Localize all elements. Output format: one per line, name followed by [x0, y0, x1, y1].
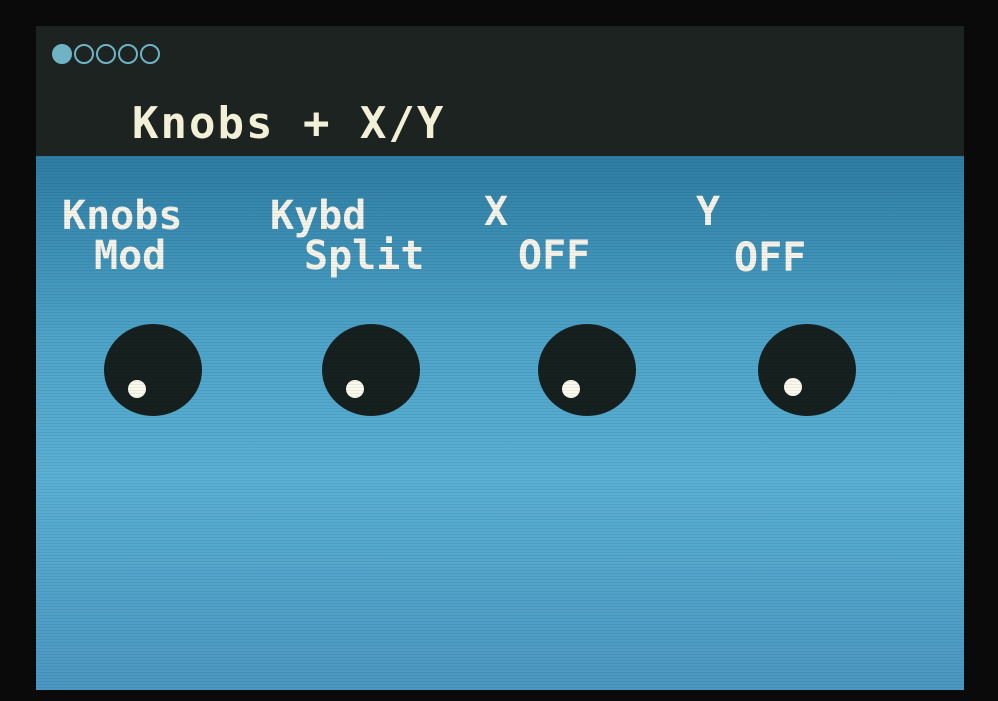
page-dot-5[interactable] — [140, 44, 160, 64]
param-1-knob[interactable] — [104, 324, 202, 416]
page-dot-2[interactable] — [74, 44, 94, 64]
param-4-knob[interactable] — [758, 324, 856, 416]
page-dot-1[interactable] — [52, 44, 72, 64]
param-1-value: Mod — [94, 233, 167, 279]
param-2-knob[interactable] — [322, 324, 420, 416]
knob-4-indicator — [784, 378, 802, 396]
param-3-name: X — [484, 189, 509, 235]
page-dot-3[interactable] — [96, 44, 116, 64]
knob-3-indicator — [562, 380, 580, 398]
parameter-panel: Knobs Mod Kybd Split X OFF Y OFF — [36, 156, 964, 690]
page-indicator — [52, 44, 160, 64]
knob-1-indicator — [128, 380, 146, 398]
param-1-name: Knobs — [62, 193, 183, 239]
page-dot-4[interactable] — [118, 44, 138, 64]
param-4-name: Y — [696, 189, 721, 235]
lcd-screen: Knobs + X/Y Knobs Mod Kybd Split X OFF Y… — [36, 26, 964, 690]
header-bar: Knobs + X/Y — [36, 26, 964, 156]
knob-2-indicator — [346, 380, 364, 398]
param-3-value: OFF — [518, 233, 591, 279]
page-title: Knobs + X/Y — [132, 98, 446, 149]
param-2-name: Kybd — [270, 193, 367, 239]
param-4-value: OFF — [734, 235, 807, 281]
param-3-knob[interactable] — [538, 324, 636, 416]
param-2-value: Split — [304, 233, 425, 279]
